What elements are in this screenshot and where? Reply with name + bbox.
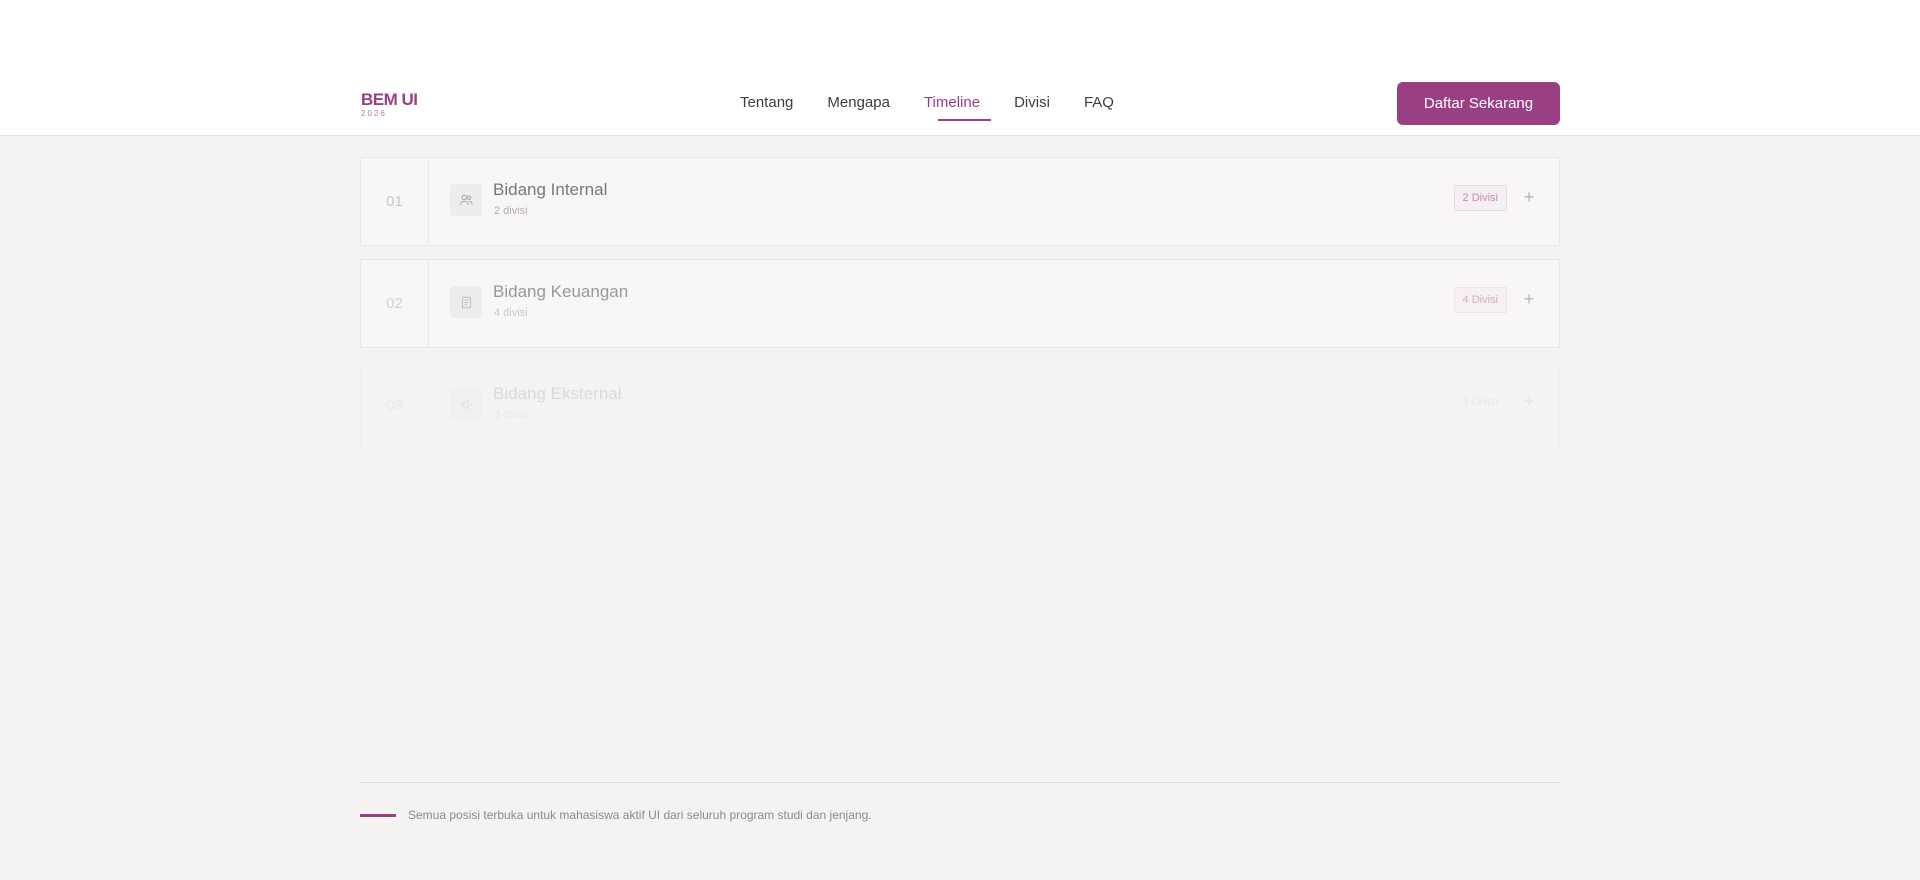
nav-item-timeline-label: Timeline [923, 94, 981, 111]
nav-item-timeline[interactable]: Timeline [923, 94, 991, 121]
brand-name: BEM UI [361, 90, 418, 109]
row-title: Bidang Eksternal [493, 384, 622, 403]
nav-item-faq[interactable]: FAQ [1083, 94, 1115, 112]
accordion-row-eksternal[interactable]: 03 Bidang Eksternal 3 divisi 3 Divisi + [360, 361, 1560, 450]
division-count-badge: 3 Divisi [1462, 396, 1498, 408]
row-number: 01 [361, 158, 429, 245]
row-subtitle: 3 divisi [494, 409, 528, 421]
document-icon [450, 286, 482, 318]
accordion-row-keuangan[interactable]: 02 Bidang Keuangan 4 divisi 4 Divisi + [360, 259, 1560, 348]
expand-plus-icon[interactable]: + [1518, 288, 1540, 310]
site-header: BEM UI 2026 Tentang Mengapa Timeline Div… [0, 0, 1920, 136]
footer-divider [360, 782, 1560, 783]
accordion-row-internal[interactable]: 01 Bidang Internal 2 divisi 2 Divisi + [360, 157, 1560, 246]
division-accordion: 01 Bidang Internal 2 divisi 2 Divisi + 0… [360, 157, 1560, 463]
brand-year: 2026 [361, 109, 387, 118]
division-count-badge: 4 Divisi [1453, 287, 1507, 313]
row-number: 02 [361, 260, 429, 347]
expand-plus-icon[interactable]: + [1518, 390, 1540, 412]
row-number: 03 [361, 362, 429, 449]
expand-plus-icon[interactable]: + [1518, 186, 1540, 208]
main-nav: Tentang Mengapa Timeline Divisi FAQ [739, 94, 1147, 124]
register-button[interactable]: Daftar Sekarang [1397, 82, 1560, 125]
eligibility-note: Semua posisi terbuka untuk mahasiswa akt… [408, 808, 872, 822]
row-title: Bidang Keuangan [493, 282, 629, 301]
brand-logo[interactable]: BEM UI 2026 [361, 90, 418, 119]
row-subtitle: 4 divisi [494, 307, 528, 319]
nav-item-tentang[interactable]: Tentang [739, 94, 794, 112]
megaphone-icon [450, 388, 482, 420]
row-title: Bidang Internal [493, 180, 608, 199]
active-nav-indicator [937, 119, 991, 121]
row-subtitle: 2 divisi [494, 205, 528, 217]
users-icon [450, 184, 482, 216]
footer-accent-bar [360, 814, 396, 817]
division-count-badge: 2 Divisi [1453, 185, 1507, 211]
nav-item-mengapa[interactable]: Mengapa [826, 94, 891, 112]
nav-item-divisi[interactable]: Divisi [1013, 94, 1051, 112]
